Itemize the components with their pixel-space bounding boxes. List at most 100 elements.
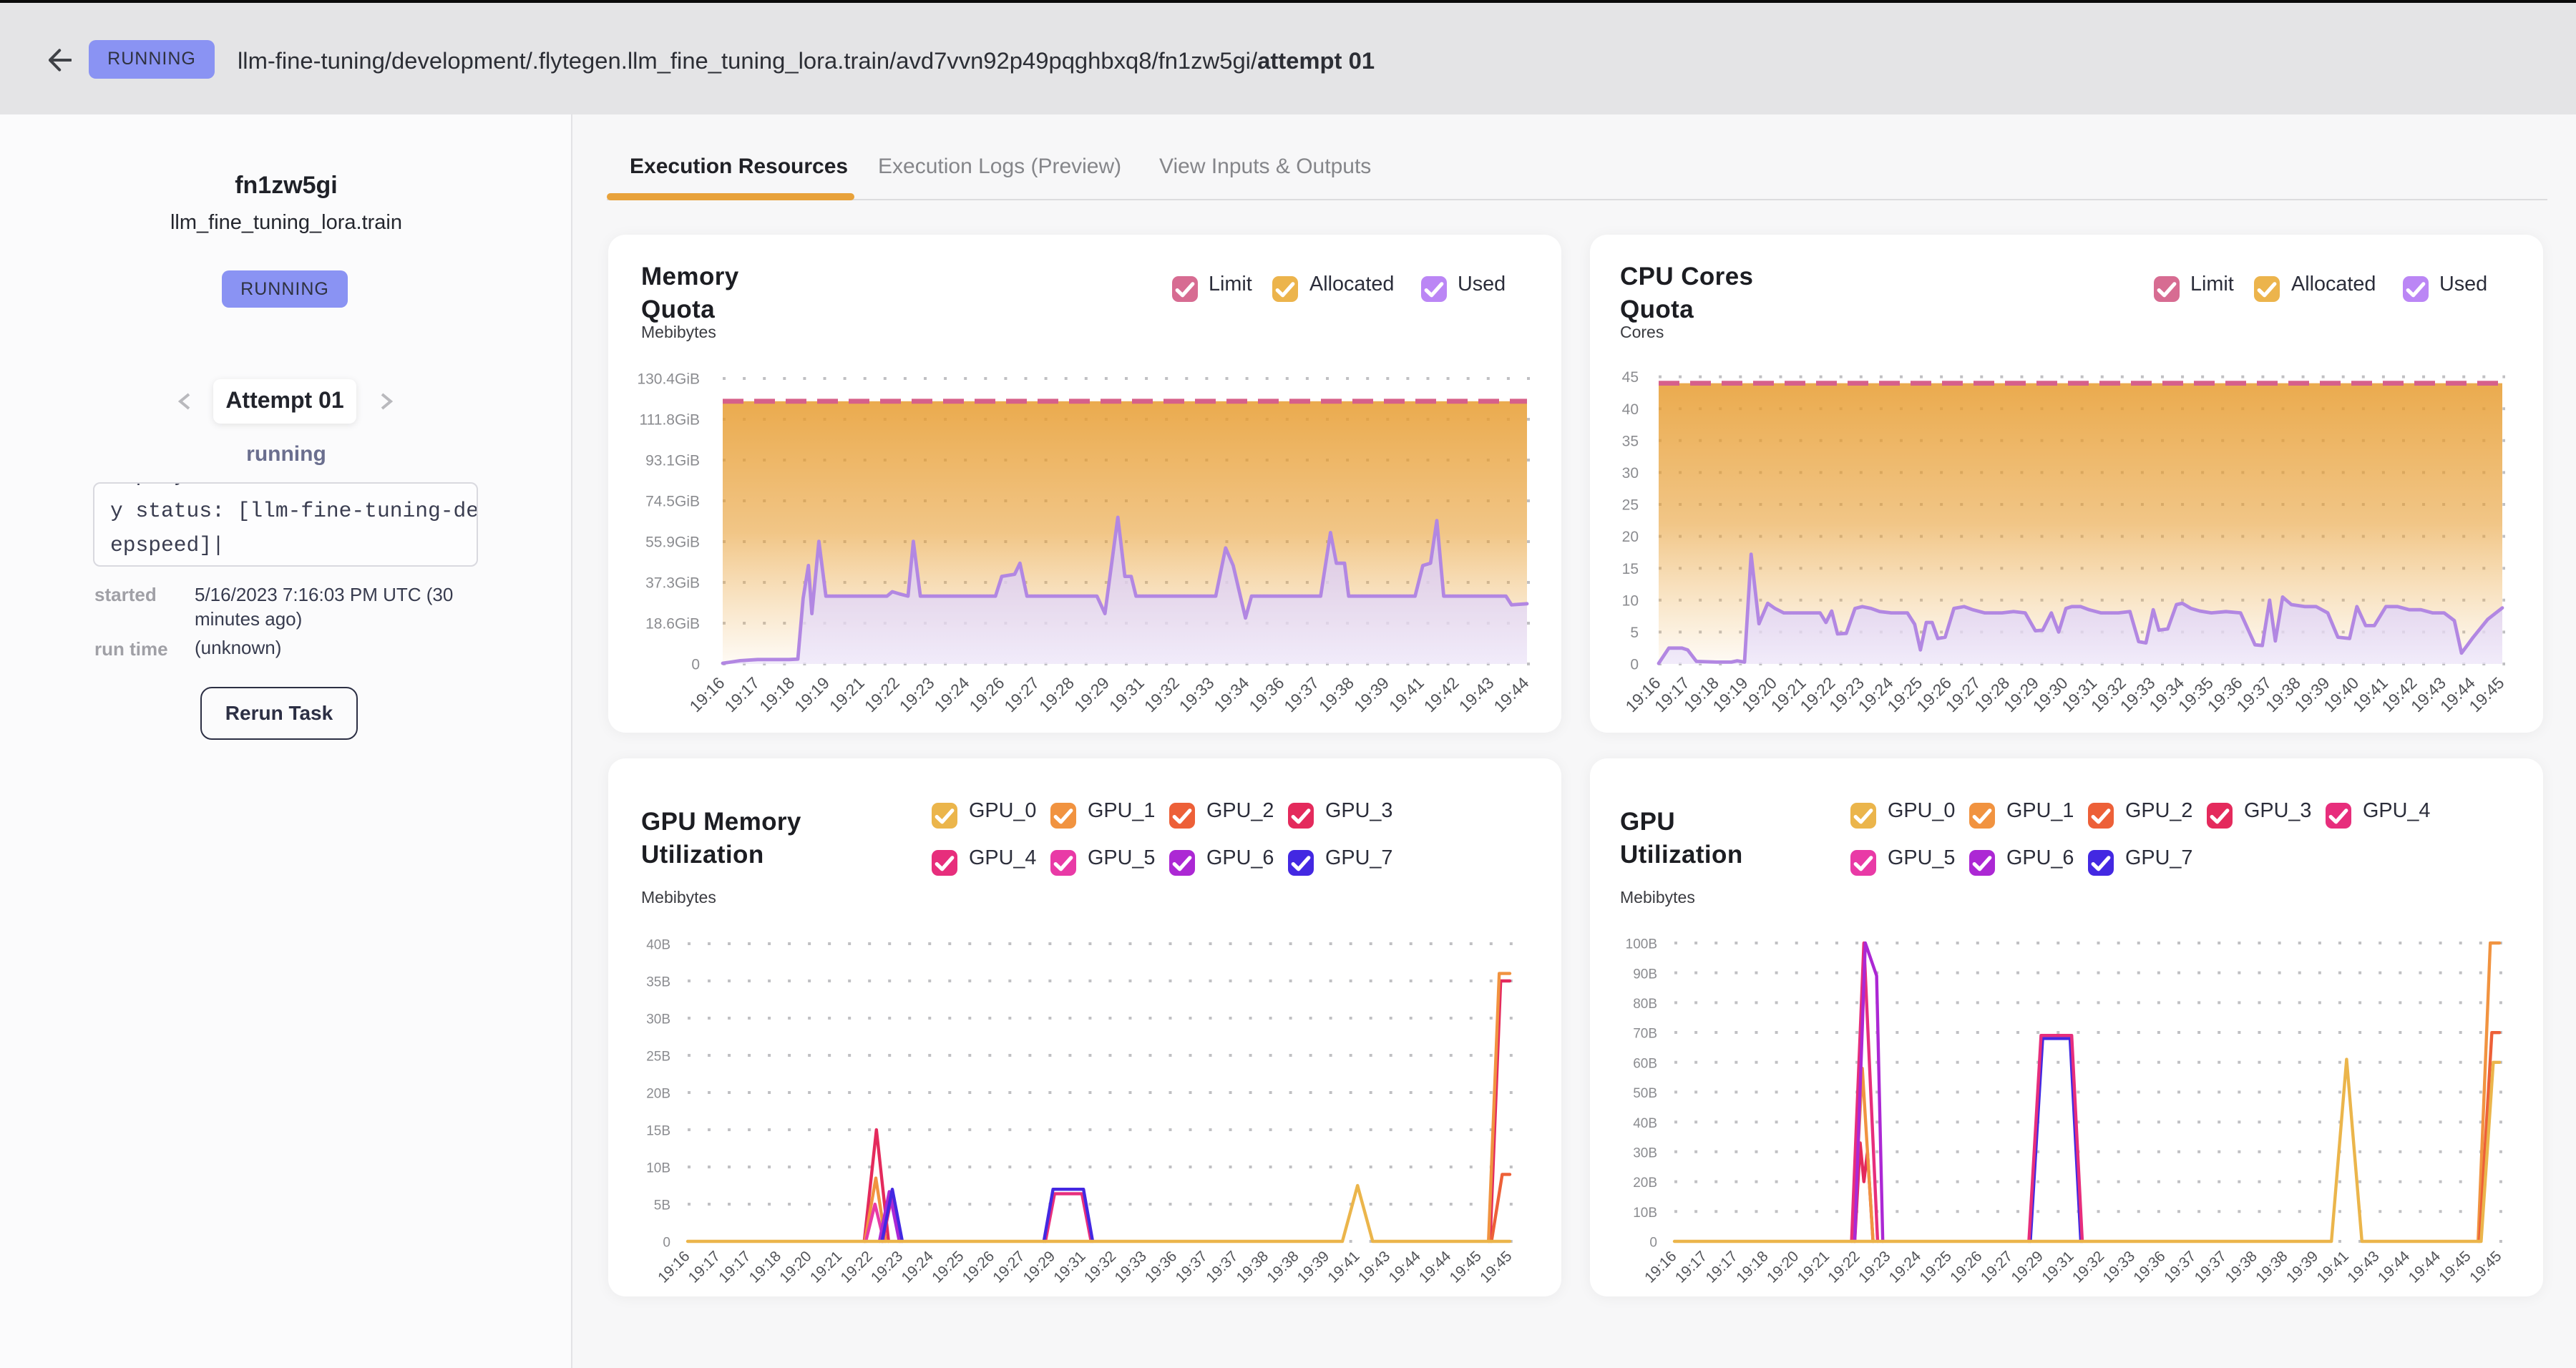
svg-text:19:36: 19:36 xyxy=(1245,673,1287,715)
svg-text:19:39: 19:39 xyxy=(1350,673,1392,715)
svg-text:19:31: 19:31 xyxy=(1106,673,1148,715)
svg-text:19:29: 19:29 xyxy=(1070,673,1113,715)
svg-text:19:43: 19:43 xyxy=(1455,673,1498,715)
svg-text:0: 0 xyxy=(691,657,700,673)
svg-text:19:38: 19:38 xyxy=(1264,1248,1302,1286)
svg-text:19:17: 19:17 xyxy=(721,673,763,715)
svg-text:10B: 10B xyxy=(646,1161,670,1176)
svg-text:19:21: 19:21 xyxy=(807,1248,845,1286)
svg-text:19:33: 19:33 xyxy=(1112,1248,1150,1286)
svg-text:19:39: 19:39 xyxy=(2283,1248,2321,1286)
svg-text:70B: 70B xyxy=(1633,1027,1657,1042)
svg-text:19:23: 19:23 xyxy=(1855,1248,1893,1286)
svg-text:19:24: 19:24 xyxy=(1886,1248,1925,1286)
svg-text:18.6GiB: 18.6GiB xyxy=(645,616,700,632)
svg-text:19:21: 19:21 xyxy=(1795,1248,1833,1286)
svg-text:19:27: 19:27 xyxy=(990,1248,1028,1286)
svg-text:19:29: 19:29 xyxy=(1020,1248,1058,1286)
svg-text:10: 10 xyxy=(1622,592,1639,609)
svg-text:19:45: 19:45 xyxy=(1447,1248,1485,1286)
svg-text:19:45: 19:45 xyxy=(2467,1248,2504,1286)
svg-text:19:33: 19:33 xyxy=(2100,1248,2138,1286)
svg-text:19:32: 19:32 xyxy=(2069,1248,2107,1286)
svg-text:19:31: 19:31 xyxy=(1050,1248,1088,1286)
svg-text:19:17: 19:17 xyxy=(1672,1248,1710,1286)
svg-text:93.1GiB: 93.1GiB xyxy=(645,453,700,469)
svg-text:19:34: 19:34 xyxy=(1210,673,1252,715)
svg-text:19:26: 19:26 xyxy=(965,673,1008,715)
svg-text:19:41: 19:41 xyxy=(1324,1248,1362,1286)
svg-text:100B: 100B xyxy=(1626,937,1657,952)
svg-text:19:18: 19:18 xyxy=(746,1248,784,1286)
svg-text:19:37: 19:37 xyxy=(2192,1248,2230,1286)
svg-text:20: 20 xyxy=(1622,529,1639,545)
svg-text:19:25: 19:25 xyxy=(1917,1248,1955,1286)
svg-text:19:17: 19:17 xyxy=(686,1248,723,1286)
svg-text:19:44: 19:44 xyxy=(2406,1248,2444,1286)
svg-text:19:39: 19:39 xyxy=(1294,1248,1332,1286)
svg-text:0: 0 xyxy=(663,1236,670,1251)
svg-text:19:28: 19:28 xyxy=(1035,673,1078,715)
svg-text:19:33: 19:33 xyxy=(1176,673,1218,715)
svg-text:15B: 15B xyxy=(646,1124,670,1139)
svg-text:0: 0 xyxy=(1630,657,1639,673)
svg-text:19:16: 19:16 xyxy=(686,673,728,715)
svg-text:37.3GiB: 37.3GiB xyxy=(645,575,700,592)
svg-text:19:17: 19:17 xyxy=(716,1248,753,1286)
svg-text:19:45: 19:45 xyxy=(2436,1248,2474,1286)
svg-text:19:23: 19:23 xyxy=(896,673,938,715)
svg-text:19:29: 19:29 xyxy=(2009,1248,2046,1286)
svg-text:30B: 30B xyxy=(646,1012,670,1027)
svg-text:19:22: 19:22 xyxy=(1825,1248,1863,1286)
svg-text:0: 0 xyxy=(1649,1236,1657,1251)
svg-text:19:36: 19:36 xyxy=(1142,1248,1180,1286)
svg-text:19:16: 19:16 xyxy=(655,1248,693,1286)
svg-text:130.4GiB: 130.4GiB xyxy=(637,371,700,388)
svg-text:19:19: 19:19 xyxy=(791,673,833,715)
svg-text:55.9GiB: 55.9GiB xyxy=(645,534,700,551)
svg-text:5B: 5B xyxy=(654,1198,670,1213)
svg-text:15: 15 xyxy=(1622,561,1639,577)
svg-text:30: 30 xyxy=(1622,465,1639,482)
svg-text:19:36: 19:36 xyxy=(2130,1248,2168,1286)
svg-text:19:20: 19:20 xyxy=(776,1248,814,1286)
svg-text:19:24: 19:24 xyxy=(930,673,972,715)
svg-text:20B: 20B xyxy=(646,1087,670,1102)
svg-text:40B: 40B xyxy=(1633,1116,1657,1131)
svg-text:19:43: 19:43 xyxy=(2344,1248,2382,1286)
svg-text:40: 40 xyxy=(1622,401,1639,418)
svg-text:19:26: 19:26 xyxy=(1947,1248,1985,1286)
svg-text:19:43: 19:43 xyxy=(1355,1248,1393,1286)
svg-text:19:37: 19:37 xyxy=(1280,673,1322,715)
svg-text:19:18: 19:18 xyxy=(756,673,798,715)
svg-text:5: 5 xyxy=(1630,625,1639,641)
svg-text:19:44: 19:44 xyxy=(2375,1248,2414,1286)
svg-text:10B: 10B xyxy=(1633,1206,1657,1221)
svg-text:19:27: 19:27 xyxy=(1000,673,1043,715)
svg-text:19:32: 19:32 xyxy=(1081,1248,1119,1286)
svg-text:19:26: 19:26 xyxy=(960,1248,997,1286)
svg-text:19:23: 19:23 xyxy=(868,1248,906,1286)
svg-text:19:20: 19:20 xyxy=(1764,1248,1802,1286)
svg-text:80B: 80B xyxy=(1633,997,1657,1012)
svg-text:25B: 25B xyxy=(646,1050,670,1065)
svg-text:19:41: 19:41 xyxy=(2314,1248,2352,1286)
svg-text:19:38: 19:38 xyxy=(2253,1248,2290,1286)
svg-text:19:22: 19:22 xyxy=(861,673,903,715)
svg-text:111.8GiB: 111.8GiB xyxy=(640,412,700,429)
svg-text:40B: 40B xyxy=(646,938,670,953)
svg-text:45: 45 xyxy=(1622,369,1639,386)
svg-text:19:38: 19:38 xyxy=(1234,1248,1272,1286)
svg-text:19:45: 19:45 xyxy=(1477,1248,1515,1286)
svg-text:19:38: 19:38 xyxy=(2223,1248,2260,1286)
svg-text:19:44: 19:44 xyxy=(1490,673,1532,715)
svg-text:19:41: 19:41 xyxy=(1385,673,1428,715)
svg-text:30B: 30B xyxy=(1633,1146,1657,1161)
svg-text:19:16: 19:16 xyxy=(1641,1248,1679,1286)
svg-text:35B: 35B xyxy=(646,975,670,990)
svg-text:19:21: 19:21 xyxy=(826,673,868,715)
svg-text:19:38: 19:38 xyxy=(1315,673,1357,715)
svg-text:19:27: 19:27 xyxy=(1978,1248,2016,1286)
svg-text:20B: 20B xyxy=(1633,1176,1657,1191)
svg-text:74.5GiB: 74.5GiB xyxy=(645,494,700,510)
